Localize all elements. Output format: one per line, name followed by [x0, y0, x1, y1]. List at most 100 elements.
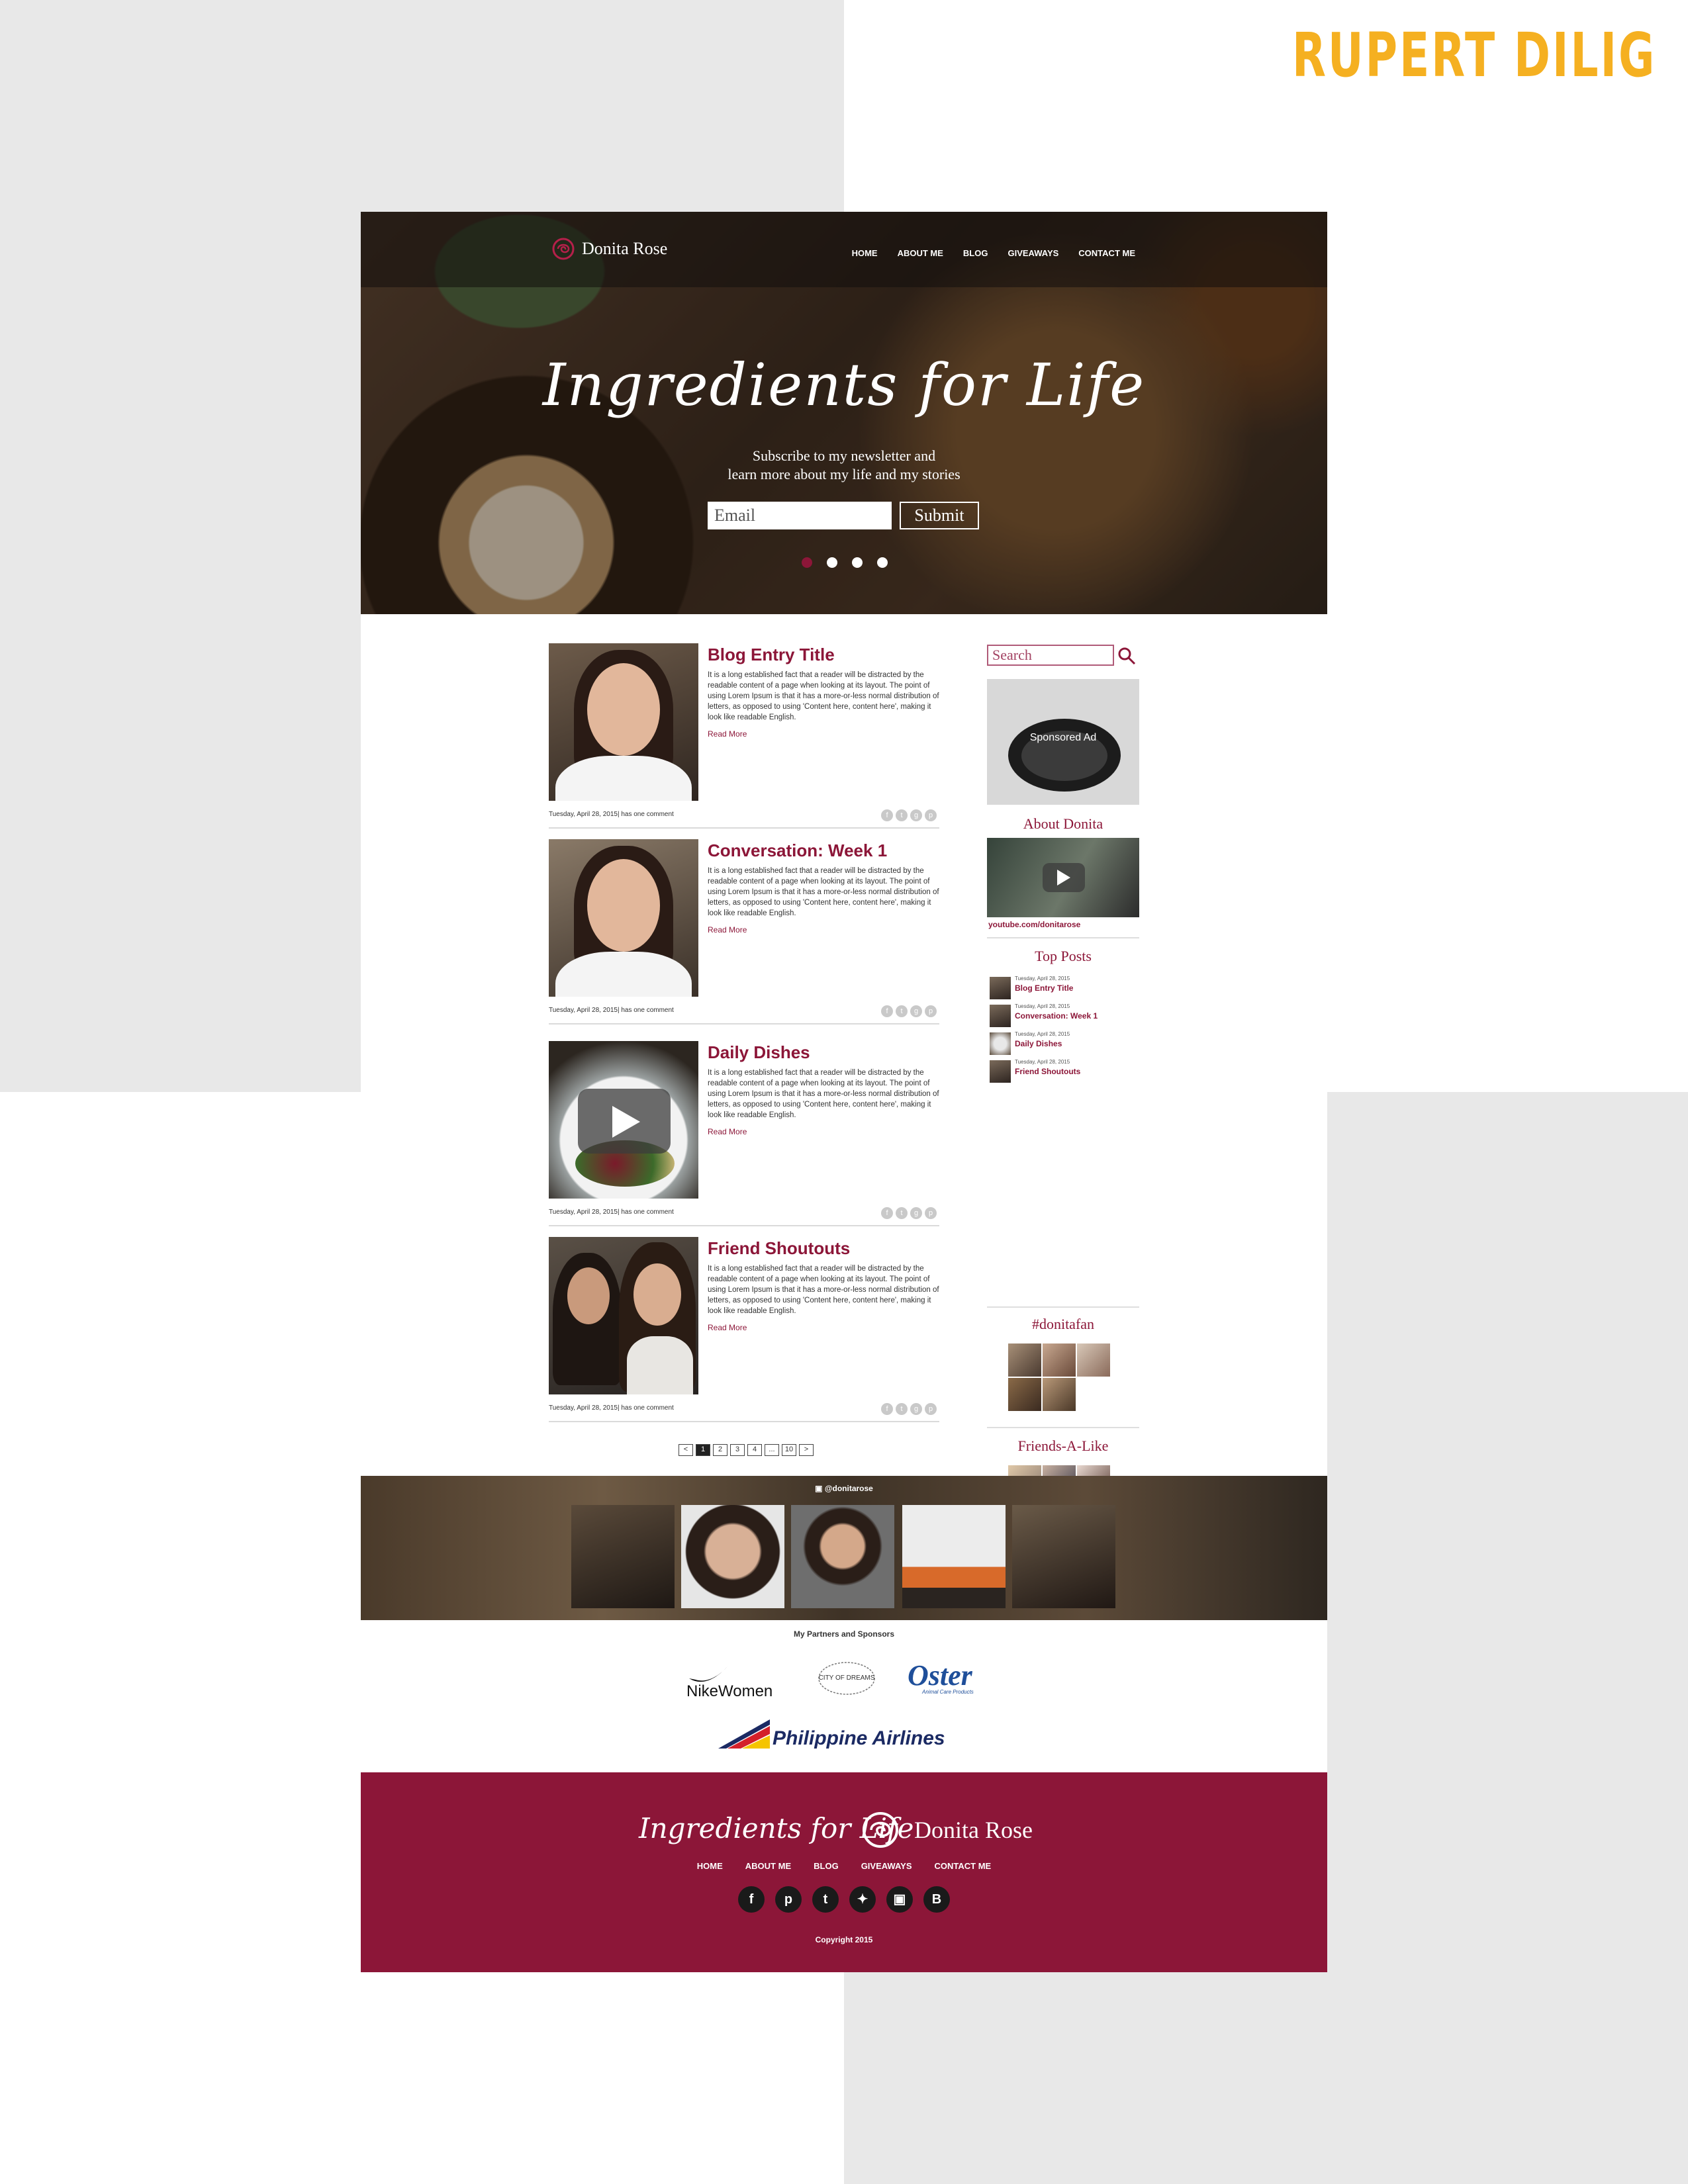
- twitter-icon[interactable]: t: [896, 1207, 908, 1219]
- slider-dot[interactable]: [802, 557, 812, 568]
- read-more-link[interactable]: Read More: [708, 1127, 747, 1136]
- search-input[interactable]: [987, 645, 1114, 666]
- footer-nav-home[interactable]: HOME: [697, 1861, 723, 1871]
- pinterest-icon[interactable]: p: [925, 809, 937, 821]
- google-plus-icon[interactable]: g: [910, 1005, 922, 1017]
- twitter-icon[interactable]: ✦: [849, 1886, 876, 1913]
- about-video[interactable]: [987, 838, 1139, 917]
- fan-photo[interactable]: [1008, 1378, 1041, 1411]
- google-plus-icon[interactable]: g: [910, 809, 922, 821]
- footer-nav-contact[interactable]: CONTACT ME: [935, 1861, 992, 1871]
- footer-nav-giveaways[interactable]: GIVEAWAYS: [861, 1861, 912, 1871]
- post-title[interactable]: Friend Shoutouts: [708, 1238, 850, 1259]
- facebook-icon[interactable]: f: [881, 809, 893, 821]
- rose-icon[interactable]: [861, 1811, 900, 1849]
- top-post-thumbnail: [990, 1005, 1011, 1027]
- post-thumbnail[interactable]: [549, 1237, 698, 1394]
- sponsored-ad[interactable]: Sponsored Ad: [987, 679, 1139, 805]
- facebook-icon[interactable]: f: [738, 1886, 765, 1913]
- instagram-icon[interactable]: ▣: [886, 1886, 913, 1913]
- pagination-page[interactable]: 2: [713, 1444, 727, 1456]
- oster-logo[interactable]: Oster: [908, 1659, 972, 1692]
- nav-about[interactable]: ABOUT ME: [898, 248, 943, 258]
- fan-photo[interactable]: [1077, 1343, 1110, 1377]
- pagination-next[interactable]: >: [799, 1444, 814, 1456]
- facebook-icon[interactable]: f: [881, 1207, 893, 1219]
- top-post-title[interactable]: Conversation: Week 1: [1015, 1011, 1098, 1021]
- youtube-link[interactable]: youtube.com/donitarose: [988, 920, 1080, 929]
- top-post-title[interactable]: Friend Shoutouts: [1015, 1067, 1080, 1076]
- blogger-icon[interactable]: B: [923, 1886, 950, 1913]
- instagram-photo[interactable]: [791, 1505, 894, 1608]
- nav-blog[interactable]: BLOG: [963, 248, 988, 258]
- instagram-photo[interactable]: [571, 1505, 675, 1608]
- pinterest-icon[interactable]: p: [925, 1005, 937, 1017]
- post-thumbnail[interactable]: [549, 643, 698, 801]
- pagination-prev[interactable]: <: [679, 1444, 693, 1456]
- newsletter-email-input[interactable]: [708, 502, 892, 529]
- read-more-link[interactable]: Read More: [708, 729, 747, 739]
- top-post-item[interactable]: Tuesday, April 28, 2015 Conversation: We…: [990, 1002, 1139, 1028]
- google-plus-icon[interactable]: g: [910, 1403, 922, 1415]
- tumblr-icon[interactable]: t: [812, 1886, 839, 1913]
- pagination-page[interactable]: 4: [747, 1444, 762, 1456]
- fan-photo[interactable]: [1008, 1343, 1041, 1377]
- friends-heading: Friends-A-Like: [1017, 1437, 1109, 1454]
- newsletter-submit-button[interactable]: Submit: [900, 502, 979, 529]
- slider-dot[interactable]: [877, 557, 888, 568]
- twitter-icon[interactable]: t: [896, 1005, 908, 1017]
- top-post-item[interactable]: Tuesday, April 28, 2015 Blog Entry Title: [990, 974, 1139, 1001]
- slider-dot[interactable]: [852, 557, 863, 568]
- social-icons: f p t ✦ ▣ B: [361, 1886, 1327, 1913]
- search-icon[interactable]: [1117, 646, 1137, 666]
- post-title[interactable]: Daily Dishes: [708, 1042, 810, 1063]
- post-thumbnail[interactable]: [549, 839, 698, 997]
- footer-nav-blog[interactable]: BLOG: [814, 1861, 839, 1871]
- fan-photo[interactable]: [1043, 1343, 1076, 1377]
- top-post-date: Tuesday, April 28, 2015: [1015, 976, 1070, 981]
- website-mockup: Donita Rose HOME ABOUT ME BLOG GIVEAWAYS…: [361, 212, 1327, 1972]
- top-post-item[interactable]: Tuesday, April 28, 2015 Daily Dishes: [990, 1030, 1139, 1056]
- twitter-icon[interactable]: t: [896, 809, 908, 821]
- top-post-thumbnail: [990, 1060, 1011, 1083]
- pagination-ellipsis: ...: [765, 1444, 779, 1456]
- facebook-icon[interactable]: f: [881, 1403, 893, 1415]
- footer-nav-about[interactable]: ABOUT ME: [745, 1861, 791, 1871]
- fan-photo[interactable]: [1043, 1378, 1076, 1411]
- facebook-icon[interactable]: f: [881, 1005, 893, 1017]
- brand-logo[interactable]: Donita Rose: [551, 237, 667, 261]
- instagram-photo[interactable]: [1012, 1505, 1115, 1608]
- pagination-page[interactable]: 1: [696, 1444, 710, 1456]
- nav-contact[interactable]: CONTACT ME: [1078, 248, 1135, 258]
- about-heading: About Donita: [1023, 815, 1103, 832]
- twitter-icon[interactable]: t: [896, 1403, 908, 1415]
- brand-name: Donita Rose: [582, 239, 668, 258]
- google-plus-icon[interactable]: g: [910, 1207, 922, 1219]
- top-post-item[interactable]: Tuesday, April 28, 2015 Friend Shoutouts: [990, 1058, 1139, 1084]
- read-more-link[interactable]: Read More: [708, 925, 747, 934]
- post-title[interactable]: Conversation: Week 1: [708, 841, 887, 861]
- pagination-page[interactable]: 10: [782, 1444, 796, 1456]
- post-video-thumbnail[interactable]: [549, 1041, 698, 1199]
- pagination-page[interactable]: 3: [730, 1444, 745, 1456]
- instagram-handle[interactable]: ▣ @donitarose: [361, 1484, 1327, 1493]
- instagram-photo[interactable]: [681, 1505, 784, 1608]
- post-meta: Tuesday, April 28, 2015| has one comment: [549, 811, 674, 818]
- pal-flag-icon[interactable]: [718, 1719, 770, 1749]
- top-post-date: Tuesday, April 28, 2015: [1015, 1031, 1070, 1037]
- post-meta: Tuesday, April 28, 2015| has one comment: [549, 1208, 674, 1216]
- footer: Ingredients for Life Donita Rose HOME AB…: [361, 1772, 1327, 1972]
- pinterest-icon[interactable]: p: [925, 1403, 937, 1415]
- nav-home[interactable]: HOME: [852, 248, 878, 258]
- post-title[interactable]: Blog Entry Title: [708, 645, 835, 665]
- slider-dot[interactable]: [827, 557, 837, 568]
- partners-title: My Partners and Sponsors: [793, 1629, 895, 1639]
- pinterest-icon[interactable]: p: [925, 1207, 937, 1219]
- top-post-title[interactable]: Blog Entry Title: [1015, 983, 1073, 993]
- top-navbar: Donita Rose HOME ABOUT ME BLOG GIVEAWAYS…: [361, 212, 1327, 287]
- nav-giveaways[interactable]: GIVEAWAYS: [1008, 248, 1058, 258]
- pinterest-icon[interactable]: p: [775, 1886, 802, 1913]
- top-post-title[interactable]: Daily Dishes: [1015, 1039, 1062, 1048]
- read-more-link[interactable]: Read More: [708, 1323, 747, 1332]
- instagram-photo[interactable]: [902, 1505, 1006, 1608]
